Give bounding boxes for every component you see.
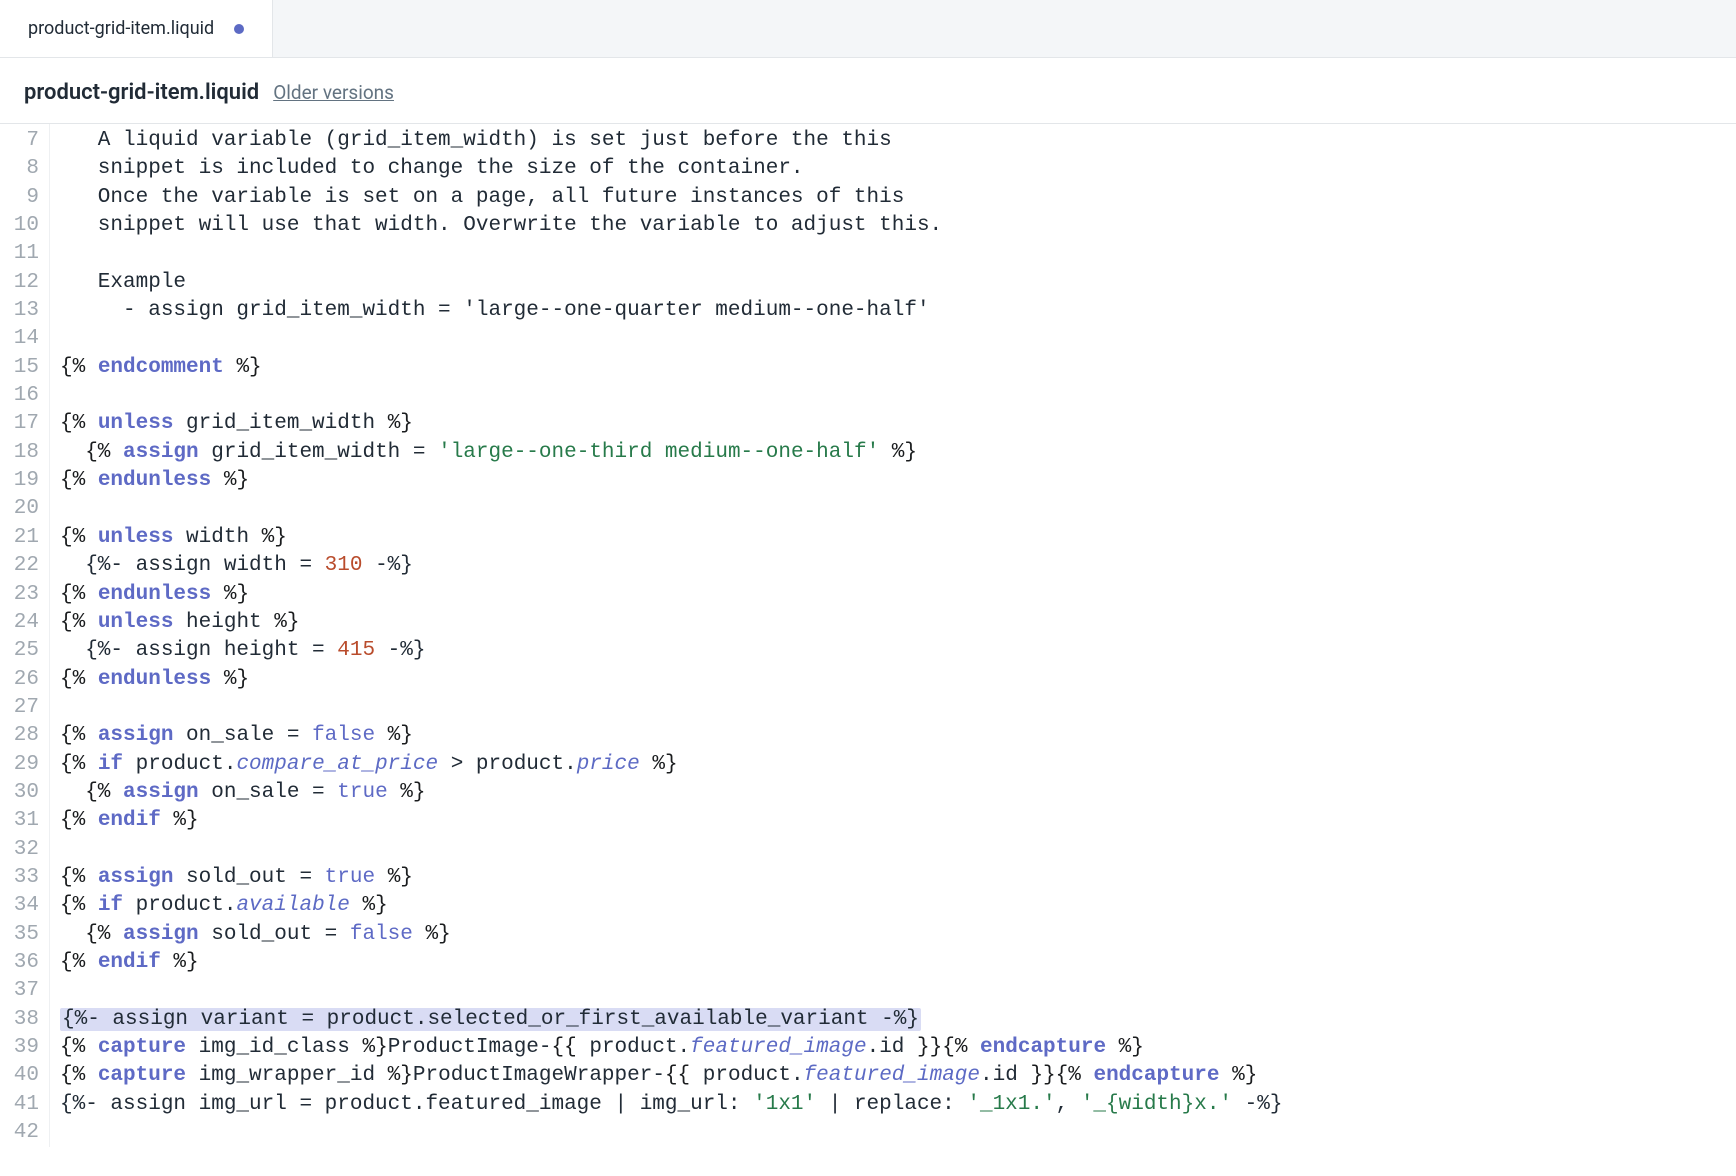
code-line: snippet is included to change the size o…: [60, 155, 1736, 183]
line-number: 11: [0, 240, 39, 268]
code-line: {% endunless %}: [60, 666, 1736, 694]
code-line: {%- assign img_url = product.featured_im…: [60, 1091, 1736, 1119]
code-line: [60, 694, 1736, 722]
line-number: 24: [0, 609, 39, 637]
line-number: 7: [0, 127, 39, 155]
line-number: 27: [0, 694, 39, 722]
older-versions-link[interactable]: Older versions: [273, 81, 394, 104]
code-line: [60, 240, 1736, 268]
line-number: 10: [0, 212, 39, 240]
line-number: 38: [0, 1006, 39, 1034]
line-number: 26: [0, 666, 39, 694]
code-line: {% unless width %}: [60, 524, 1736, 552]
line-number: 8: [0, 155, 39, 183]
code-line: {% capture img_id_class %}ProductImage-{…: [60, 1034, 1736, 1062]
line-number: 35: [0, 921, 39, 949]
code-line: {%- assign width = 310 -%}: [60, 552, 1736, 580]
code-line: Once the variable is set on a page, all …: [60, 184, 1736, 212]
code-line: Example: [60, 269, 1736, 297]
line-number: 31: [0, 807, 39, 835]
code-line: {%- assign height = 415 -%}: [60, 637, 1736, 665]
code-line: [60, 836, 1736, 864]
line-number: 20: [0, 495, 39, 523]
line-number: 37: [0, 977, 39, 1005]
line-number: 36: [0, 949, 39, 977]
line-number: 9: [0, 184, 39, 212]
line-number: 25: [0, 637, 39, 665]
line-number: 17: [0, 410, 39, 438]
code-line: {% assign grid_item_width = 'large--one-…: [60, 439, 1736, 467]
line-number: 34: [0, 892, 39, 920]
code-line: A liquid variable (grid_item_width) is s…: [60, 127, 1736, 155]
line-number: 22: [0, 552, 39, 580]
line-number: 29: [0, 751, 39, 779]
tab-label: product-grid-item.liquid: [28, 18, 214, 39]
code-line: {% endif %}: [60, 807, 1736, 835]
file-header: product-grid-item.liquid Older versions: [0, 58, 1736, 124]
tab-bar: product-grid-item.liquid: [0, 0, 1736, 58]
code-line: {% if product.compare_at_price > product…: [60, 751, 1736, 779]
code-editor[interactable]: 7891011121314151617181920212223242526272…: [0, 124, 1736, 1147]
line-number-gutter: 7891011121314151617181920212223242526272…: [0, 124, 50, 1147]
code-line: [60, 977, 1736, 1005]
line-number: 41: [0, 1091, 39, 1119]
code-line: {% capture img_wrapper_id %}ProductImage…: [60, 1062, 1736, 1090]
code-line: {% endcomment %}: [60, 354, 1736, 382]
line-number: 19: [0, 467, 39, 495]
code-line: {%- assign variant = product.selected_or…: [60, 1006, 1736, 1034]
line-number: 14: [0, 325, 39, 353]
line-number: 30: [0, 779, 39, 807]
code-line: [60, 495, 1736, 523]
code-line: {% assign sold_out = false %}: [60, 921, 1736, 949]
code-line: {% unless height %}: [60, 609, 1736, 637]
file-title: product-grid-item.liquid: [24, 80, 259, 105]
code-line: [60, 325, 1736, 353]
line-number: 39: [0, 1034, 39, 1062]
code-line: - assign grid_item_width = 'large--one-q…: [60, 297, 1736, 325]
line-number: 13: [0, 297, 39, 325]
line-number: 12: [0, 269, 39, 297]
line-number: 16: [0, 382, 39, 410]
code-line: {% assign sold_out = true %}: [60, 864, 1736, 892]
line-number: 42: [0, 1119, 39, 1147]
code-line: [60, 382, 1736, 410]
line-number: 18: [0, 439, 39, 467]
line-number: 32: [0, 836, 39, 864]
code-line: {% endunless %}: [60, 581, 1736, 609]
line-number: 40: [0, 1062, 39, 1090]
code-line: {% endunless %}: [60, 467, 1736, 495]
modified-indicator-icon: [234, 24, 244, 34]
line-number: 33: [0, 864, 39, 892]
code-content[interactable]: A liquid variable (grid_item_width) is s…: [50, 124, 1736, 1147]
code-line: {% endif %}: [60, 949, 1736, 977]
code-line: [60, 1119, 1736, 1147]
line-number: 15: [0, 354, 39, 382]
file-tab[interactable]: product-grid-item.liquid: [0, 0, 273, 57]
code-line: {% unless grid_item_width %}: [60, 410, 1736, 438]
code-line: snippet will use that width. Overwrite t…: [60, 212, 1736, 240]
code-line: {% assign on_sale = false %}: [60, 722, 1736, 750]
line-number: 23: [0, 581, 39, 609]
line-number: 21: [0, 524, 39, 552]
line-number: 28: [0, 722, 39, 750]
code-line: {% if product.available %}: [60, 892, 1736, 920]
code-line: {% assign on_sale = true %}: [60, 779, 1736, 807]
